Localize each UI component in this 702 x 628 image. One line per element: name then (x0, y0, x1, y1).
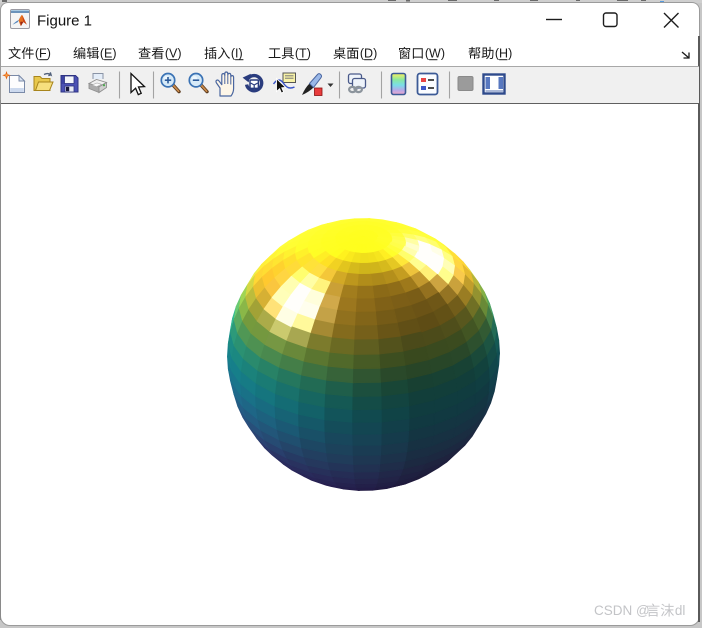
svg-text:dl: dl (675, 603, 686, 618)
svg-text:CSDN @: CSDN @ (594, 603, 650, 618)
